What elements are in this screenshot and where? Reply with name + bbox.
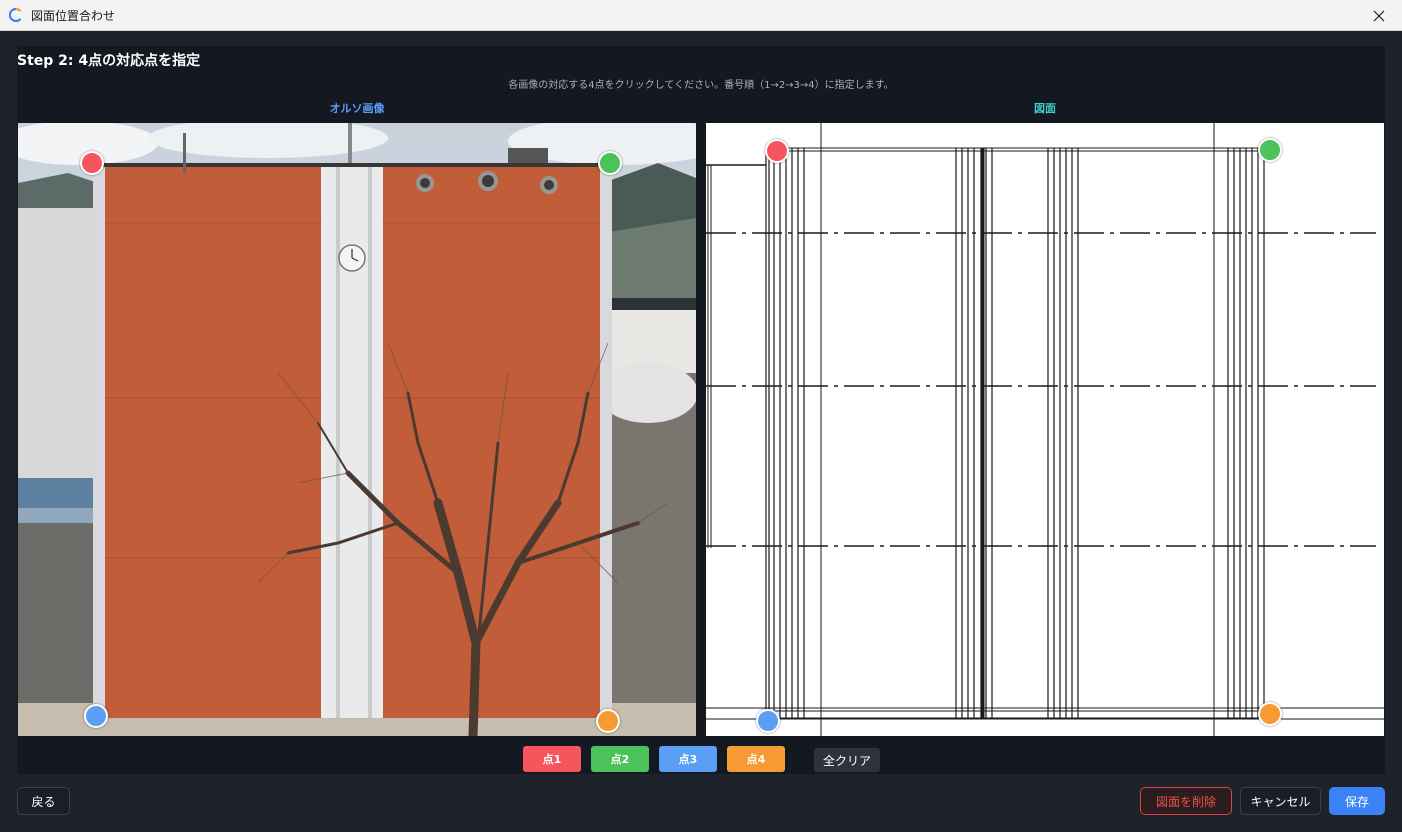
ortho-image-label: オルソ画像	[329, 102, 385, 115]
step-title: Step 2: 4点の対応点を指定	[17, 53, 201, 69]
window-title: 図面位置合わせ	[31, 9, 116, 23]
ortho-point-3-marker[interactable]	[84, 704, 108, 728]
cancel-button[interactable]: キャンセル	[1240, 787, 1321, 815]
close-icon	[1373, 10, 1385, 21]
ortho-image[interactable]	[18, 123, 696, 736]
drawing-point-3-marker[interactable]	[756, 709, 780, 733]
drawing-point-2-marker[interactable]	[1258, 138, 1282, 162]
point-4-button[interactable]: 点4	[727, 746, 785, 772]
ortho-point-4-marker[interactable]	[596, 709, 620, 733]
delete-drawing-button[interactable]: 図面を削除	[1140, 787, 1232, 815]
drawing-image[interactable]	[706, 123, 1384, 736]
app-logo-icon	[9, 8, 22, 22]
point-selector-bar: 点1 点2 点3 点4 全クリア	[17, 746, 1385, 772]
drawing-canvas	[706, 123, 1384, 736]
ortho-point-1-marker[interactable]	[80, 151, 104, 175]
point-3-button[interactable]: 点3	[659, 746, 717, 772]
instruction-text: 各画像の対応する4点をクリックしてください。番号順（1→2→3→4）に指定します…	[508, 80, 894, 91]
ortho-photo	[18, 123, 696, 736]
save-button[interactable]: 保存	[1329, 787, 1385, 815]
back-button[interactable]: 戻る	[17, 787, 70, 815]
close-button[interactable]	[1356, 0, 1402, 31]
drawing-point-1-marker[interactable]	[765, 139, 789, 163]
ortho-point-2-marker[interactable]	[598, 151, 622, 175]
drawing-image-label: 図面	[1034, 102, 1056, 115]
title-bar: 図面位置合わせ	[0, 0, 1402, 31]
alignment-panel: Step 2: 4点の対応点を指定 各画像の対応する4点をクリックしてください。…	[17, 46, 1385, 774]
drawing-point-4-marker[interactable]	[1258, 702, 1282, 726]
point-2-button[interactable]: 点2	[591, 746, 649, 772]
clear-all-button[interactable]: 全クリア	[814, 748, 880, 772]
point-1-button[interactable]: 点1	[523, 746, 581, 772]
